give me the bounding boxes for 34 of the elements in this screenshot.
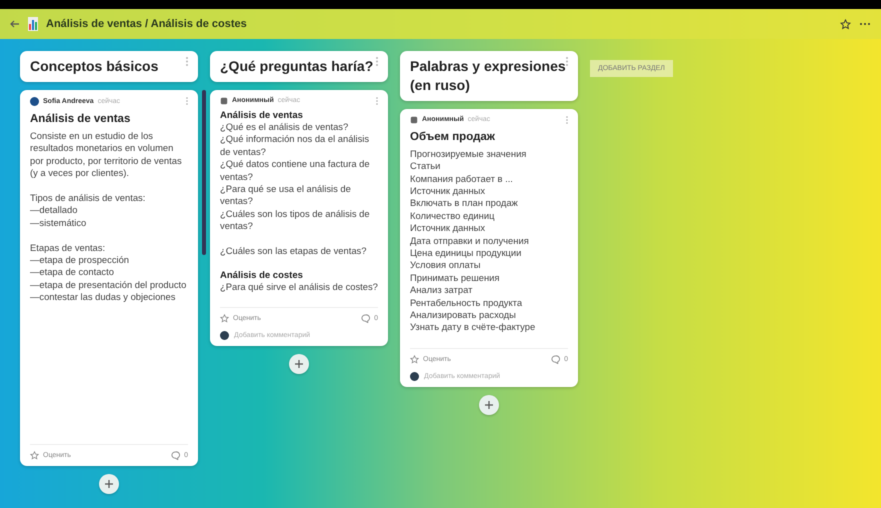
back-arrow-icon[interactable] [10, 19, 20, 29]
add-post-button[interactable] [289, 354, 309, 374]
more-icon[interactable] [859, 22, 871, 26]
chart-icon [28, 17, 38, 31]
avatar-icon [220, 96, 228, 105]
post-text: Прогнозируемые значения Статьи Компания работает в ... Источник данных Включать в план продаж Количество единиц Источник данных Дата отправки и получения Цена единицы продукции Условия оплаты Принимать решения Анализ затрат Рентабельность продукта Анализировать расходы Узнать дату в счёте-фактуре [410, 148, 536, 334]
scrollbar[interactable] [202, 90, 206, 255]
star-icon[interactable] [30, 450, 39, 460]
avatar-icon [220, 331, 229, 340]
plus-icon [295, 360, 303, 368]
star-icon[interactable] [220, 314, 229, 324]
comment-icon[interactable] [361, 314, 370, 324]
add-post-button[interactable] [479, 394, 499, 415]
comment-icon[interactable] [171, 450, 180, 460]
board-title: Análisis de ventas / Análisis de costes [46, 18, 247, 30]
avatar-icon [410, 372, 419, 381]
add-post-button[interactable] [99, 474, 119, 494]
post-subtitle: Análisis de ventas [220, 110, 304, 121]
post-text: Consiste en un estudio de los resultados monetarios en volumen por producto, por territorio de ventas (y a veces por clientes). Tipos de análisis de ventas: —detallado —sistemático Etapas de ventas: —etapa de prospección —etapa de contacto —etapa de presentación del producto —contestar las dudas y objeciones [30, 130, 188, 304]
section-title: ¿Qué preguntas haría? [220, 57, 374, 76]
avatar-icon [410, 116, 418, 124]
avatar-icon [30, 96, 39, 106]
comment-icon[interactable] [551, 354, 560, 364]
star-icon[interactable] [840, 18, 851, 30]
section-title: Conceptos básicos [30, 57, 160, 76]
plus-icon [485, 400, 493, 409]
star-icon[interactable] [410, 354, 419, 364]
post-text: ¿Para qué sirve el análisis de costes? [220, 280, 378, 294]
post-title: Análisis de ventas [30, 112, 132, 125]
post-title: Объем продаж [410, 130, 496, 143]
section-title: Palabras y expresiones (en ruso) [410, 57, 566, 95]
post-subtitle: Análisis de costes [220, 270, 304, 281]
plus-icon [105, 480, 113, 488]
post-text: ¿Qué es el análisis de ventas? ¿Qué información nos da el análisis de ventas? ¿Qué datos contiene una factura de ventas? ¿Para qué se usa el análisis de ventas? ¿Cuáles son los tipos de análisis de ventas? ¿Cuáles son las etapas de ventas? [220, 120, 371, 258]
